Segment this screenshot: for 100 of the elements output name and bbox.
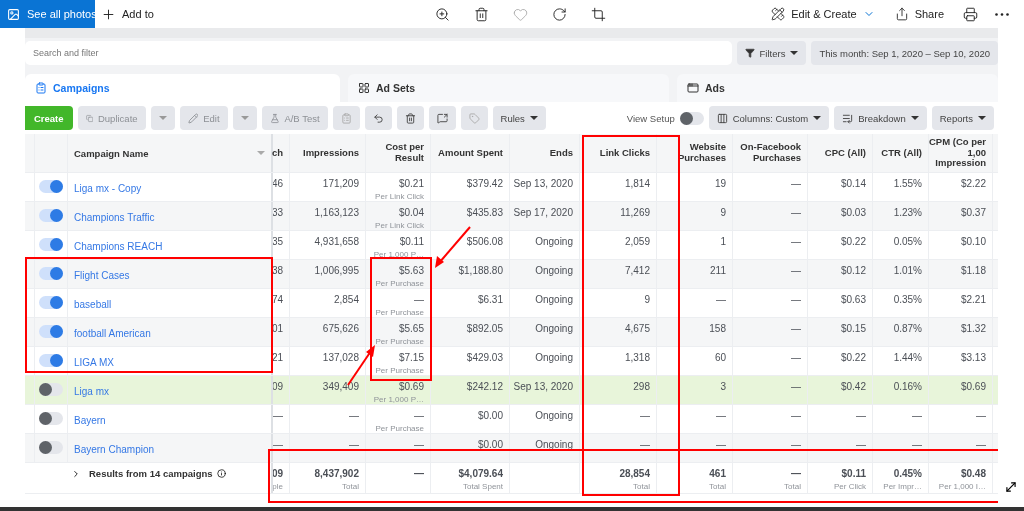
cell-value: 461 bbox=[709, 468, 726, 479]
breakdown-button[interactable]: Breakdown bbox=[834, 106, 927, 130]
cell-caption: Per Purchase bbox=[375, 337, 424, 346]
undo-button[interactable] bbox=[364, 106, 392, 130]
cell-value: 1,006,995 bbox=[314, 265, 359, 276]
comment-button[interactable] bbox=[428, 106, 456, 130]
cell-value: 21 bbox=[273, 352, 283, 363]
toggle-switch[interactable] bbox=[39, 180, 63, 193]
toggle-switch[interactable] bbox=[39, 441, 63, 454]
cell-caption: Per Link Click bbox=[375, 221, 424, 230]
toggle-switch[interactable] bbox=[39, 354, 63, 367]
share-button[interactable]: Share bbox=[888, 2, 950, 26]
cell-value: 33 bbox=[273, 207, 283, 218]
list-icon bbox=[842, 112, 854, 124]
zoom-in-icon bbox=[435, 6, 451, 22]
campaign-link[interactable]: LIGA MX bbox=[74, 357, 114, 368]
table-row[interactable]: football American 01 675,626 $5.65 Per Purchase $892.05 Ongoing 4,675 158 — $0.15 0.87% $1.32 bbox=[25, 318, 998, 347]
cell-value: $0.00 bbox=[477, 439, 503, 450]
cell-value: 09 bbox=[273, 381, 283, 392]
cell-value: $7.15 bbox=[398, 352, 424, 363]
campaign-link[interactable]: Liga mx bbox=[74, 386, 109, 397]
tab[interactable]: Ad Sets bbox=[348, 74, 669, 102]
table-row[interactable]: baseball 74 2,854 — Per Purchase $6.31 Ongoing 9 — — $0.63 0.35% $2.21 bbox=[25, 289, 998, 318]
cell-value: — bbox=[976, 410, 986, 421]
cell-caption: Per Purchase bbox=[375, 424, 424, 433]
cell-value: — bbox=[414, 294, 424, 305]
toggle-switch[interactable] bbox=[39, 325, 63, 338]
comment-icon bbox=[436, 112, 448, 124]
toggle-switch[interactable] bbox=[39, 209, 63, 222]
flask-icon bbox=[269, 112, 280, 124]
expand-icon[interactable] bbox=[71, 469, 81, 479]
table-row[interactable]: Champions Traffic 33 1,163,123 $0.04 Per Link Click $435.83 Sep 17, 2020 11,269 9 — $0.03 1.23% $0.37 bbox=[25, 202, 998, 231]
table-row[interactable]: LIGA MX 21 137,028 $7.15 Per Purchase $429.03 Ongoing 1,318 60 — $0.22 1.44% $3.13 bbox=[25, 347, 998, 376]
toggle-switch[interactable] bbox=[39, 296, 63, 309]
column-header[interactable]: Link Clicks bbox=[580, 134, 657, 172]
cell-caption: Per Impr… bbox=[883, 482, 922, 491]
column-header[interactable]: Cost per Result bbox=[366, 134, 431, 172]
cell-value: $0.22 bbox=[840, 352, 866, 363]
rules-button[interactable]: Rules bbox=[492, 106, 546, 130]
cell-value: 38 bbox=[273, 265, 283, 276]
edit-create-button[interactable]: Edit & Create bbox=[765, 2, 881, 26]
sort-icon[interactable] bbox=[257, 151, 265, 155]
date-range-button[interactable]: This month: Sep 1, 2020 – Sep 10, 2020 bbox=[811, 41, 998, 65]
cell-value: $0.69 bbox=[398, 381, 424, 392]
campaign-link[interactable]: Bayern Champion bbox=[74, 444, 155, 455]
column-header[interactable]: Ends bbox=[510, 134, 580, 172]
campaign-link[interactable]: Liga mx - Copy bbox=[74, 183, 142, 194]
table-row[interactable]: Bayern Champion — — — $0.00 Ongoing — — — — — — bbox=[25, 434, 998, 463]
info-icon[interactable] bbox=[216, 469, 226, 478]
delete-button[interactable] bbox=[396, 106, 424, 130]
table-row[interactable]: Flight Cases 38 1,006,995 $5.63 Per Purchase $1,188.80 Ongoing 7,412 211 — $0.12 1.01% $1.18 bbox=[25, 260, 998, 289]
cell-value: — bbox=[791, 381, 801, 392]
toggle-switch[interactable] bbox=[679, 111, 704, 125]
campaign-link[interactable]: Bayern bbox=[74, 415, 106, 426]
cell-value: $1,188.80 bbox=[458, 265, 503, 276]
reports-button[interactable]: Reports bbox=[931, 106, 994, 130]
cell-caption: Total bbox=[633, 482, 650, 491]
cell-value: Ongoing bbox=[535, 352, 573, 363]
column-header[interactable]: Impressions bbox=[290, 134, 366, 172]
campaign-link[interactable]: baseball bbox=[74, 299, 112, 310]
heart-icon bbox=[513, 6, 529, 22]
table-row[interactable]: Liga mx 09 349,409 $0.69 Per 1,000 P… $242.12 Sep 13, 2020 298 3 — $0.42 0.16% $0.69 bbox=[25, 376, 998, 405]
column-header[interactable]: CTR (All) bbox=[873, 134, 929, 172]
column-header[interactable]: ch bbox=[273, 134, 290, 172]
cell-value: 158 bbox=[709, 323, 726, 334]
campaign-link[interactable]: Flight Cases bbox=[74, 270, 130, 281]
cell-value: $0.63 bbox=[840, 294, 866, 305]
campaign-link[interactable]: Champions REACH bbox=[74, 241, 163, 252]
campaign-link[interactable]: Champions Traffic bbox=[74, 212, 155, 223]
cell-value: 1,814 bbox=[624, 178, 650, 189]
toggle-switch[interactable] bbox=[39, 383, 63, 396]
toggle-switch[interactable] bbox=[39, 412, 63, 425]
cell-value: 19 bbox=[714, 178, 726, 189]
table-row[interactable]: Champions REACH 35 4,931,658 $0.11 Per 1,000 P… $506.08 Ongoing 2,059 1 — $0.22 0.05% $0.10 bbox=[25, 231, 998, 260]
search-field[interactable]: Search and filter bbox=[25, 41, 732, 65]
campaign-link[interactable]: football American bbox=[74, 328, 151, 339]
cell-value: $379.42 bbox=[466, 178, 503, 189]
filters-button[interactable]: Filters bbox=[736, 41, 807, 65]
tab[interactable]: Campaigns bbox=[25, 74, 340, 102]
tab[interactable]: Ads bbox=[677, 74, 998, 102]
column-header[interactable]: Amount Spent bbox=[431, 134, 510, 172]
cell-value: 09 bbox=[273, 468, 283, 479]
column-header[interactable]: CPM (Co per 1,00 Impression bbox=[929, 134, 993, 172]
columns-button[interactable]: Columns: Custom bbox=[708, 106, 830, 130]
clipboard-button[interactable] bbox=[332, 106, 360, 130]
cell-value: — bbox=[349, 410, 359, 421]
column-header[interactable]: Campaign Name bbox=[74, 147, 149, 159]
cell-value: 3 bbox=[720, 381, 726, 392]
add-to-button[interactable]: Add to bbox=[95, 2, 160, 26]
cell-caption: Per Click bbox=[834, 482, 866, 491]
toggle-switch[interactable] bbox=[39, 267, 63, 280]
view-setup-label: View Setup bbox=[626, 112, 675, 124]
cell-caption: Per 1,000 P… bbox=[373, 250, 424, 259]
resize-icon[interactable] bbox=[1004, 480, 1018, 494]
table-row[interactable]: Bayern — — — Per Purchase $0.00 Ongoing — — — — — — bbox=[25, 405, 998, 434]
cell-value: 28,854 bbox=[619, 468, 650, 479]
toggle-switch[interactable] bbox=[39, 238, 63, 251]
column-header[interactable]: On-Facebook Purchases bbox=[733, 134, 808, 172]
column-header[interactable]: CPC (All) bbox=[808, 134, 873, 172]
filter-icon bbox=[744, 48, 755, 58]
